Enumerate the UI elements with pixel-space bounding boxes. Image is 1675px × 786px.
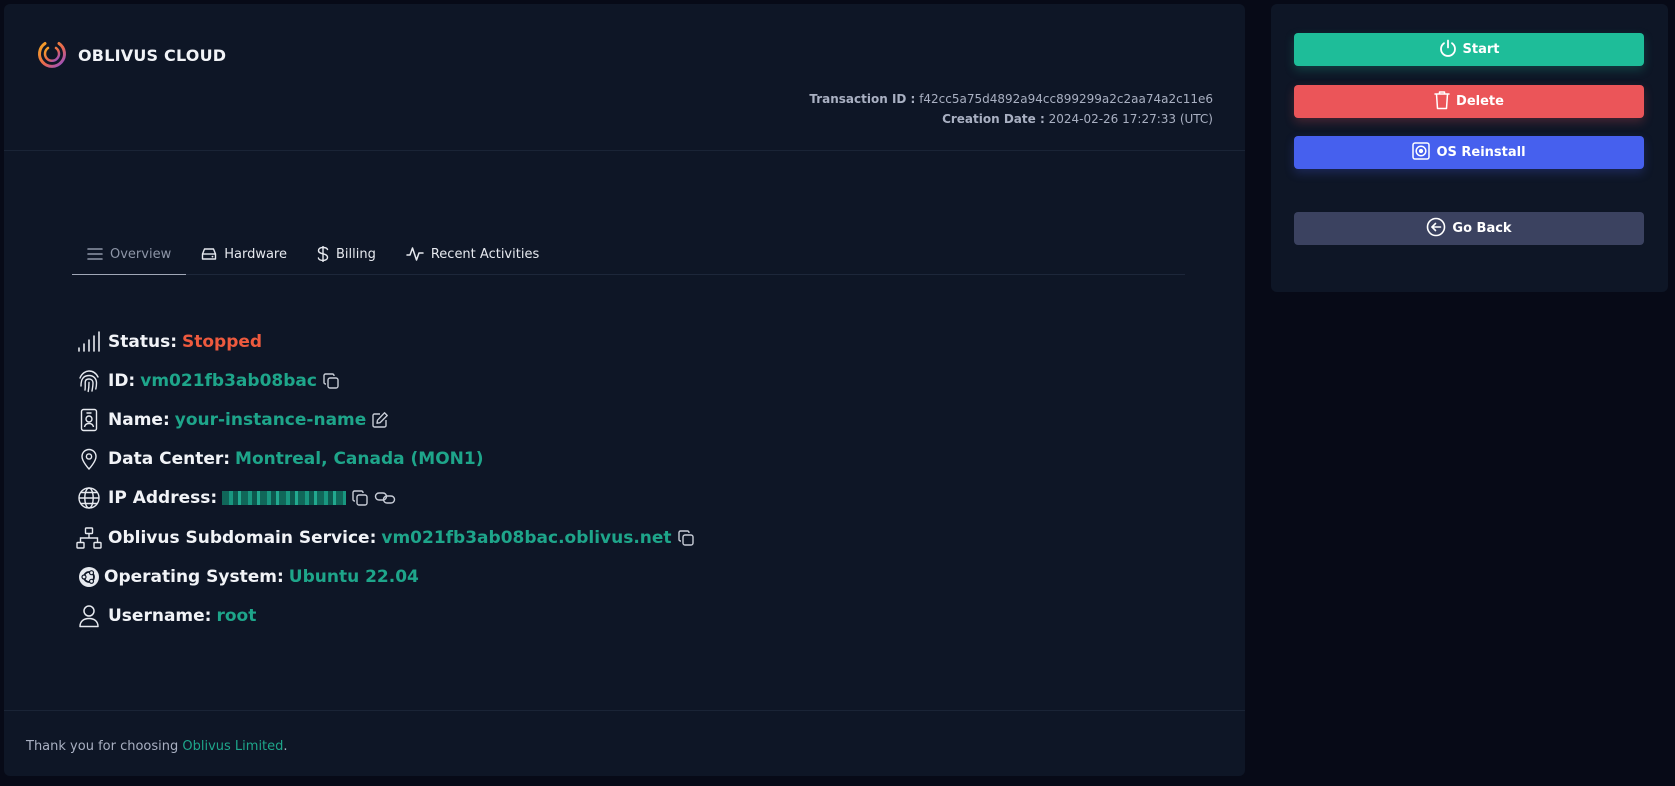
- dollar-icon: [317, 245, 329, 263]
- instance-card: OBLIVUS CLOUD Transaction ID : f42cc5a75…: [4, 4, 1245, 776]
- name-row: Name: your-instance-name: [76, 400, 695, 439]
- back-label: Go Back: [1452, 221, 1512, 236]
- transaction-id: f42cc5a75d4892a94cc899299a2c2aa74a2c11e6: [919, 92, 1213, 106]
- id-badge-icon: [76, 407, 102, 433]
- os-label: Operating System:: [104, 566, 284, 587]
- creation-line: Creation Date : 2024-02-26 17:27:33 (UTC…: [809, 109, 1213, 129]
- actions-panel: Start Delete OS Reinstall Go Back: [1271, 4, 1668, 292]
- ip-label: IP Address:: [108, 488, 218, 509]
- status-value: Stopped: [182, 331, 263, 352]
- signal-icon: [76, 329, 102, 355]
- ip-row: IP Address:: [76, 479, 695, 518]
- go-back-button[interactable]: Go Back: [1294, 212, 1644, 245]
- ip-value-redacted: [222, 491, 347, 506]
- footer: Thank you for choosing Oblivus Limited.: [26, 739, 288, 754]
- creation-date: 2024-02-26 17:27:33 (UTC): [1048, 112, 1213, 126]
- subdomain-value: vm021fb3ab08bac.oblivus.net: [381, 527, 672, 548]
- power-icon: [1439, 39, 1457, 61]
- id-label: ID:: [108, 370, 136, 391]
- start-label: Start: [1462, 42, 1500, 57]
- datacenter-row: Data Center: Montreal, Canada (MON1): [76, 440, 695, 479]
- name-label: Name:: [108, 409, 170, 430]
- tab-label: Billing: [335, 246, 376, 262]
- start-button[interactable]: Start: [1294, 33, 1644, 66]
- globe-icon: [76, 485, 102, 511]
- drive-icon: [201, 247, 217, 261]
- disc-icon: [1412, 141, 1431, 164]
- transaction-label: Transaction ID :: [809, 92, 916, 106]
- datacenter-value: Montreal, Canada (MON1): [235, 449, 484, 470]
- tab-billing[interactable]: Billing: [302, 234, 391, 274]
- name-value: your-instance-name: [174, 409, 367, 430]
- copy-ip-icon[interactable]: [351, 489, 369, 507]
- brand[interactable]: OBLIVUS CLOUD: [36, 37, 226, 73]
- link-icon[interactable]: [374, 489, 396, 507]
- location-pin-icon: [76, 446, 102, 472]
- oblivus-logo-icon: [36, 37, 68, 73]
- network-icon: [76, 525, 102, 551]
- fingerprint-icon: [76, 368, 102, 394]
- copy-subdomain-icon[interactable]: [677, 529, 695, 547]
- id-row: ID: vm021fb3ab08bac: [76, 361, 695, 400]
- tab-bar: Overview Hardware Billing Recent Activit…: [72, 234, 1185, 275]
- subdomain-label: Oblivus Subdomain Service:: [108, 527, 377, 548]
- footer-divider: [4, 710, 1245, 711]
- list-icon: [87, 247, 103, 261]
- instance-overview: Status: Stopped ID: vm021fb3ab08bac Name…: [76, 322, 695, 636]
- os-value: Ubuntu 22.04: [288, 566, 419, 587]
- copy-id-icon[interactable]: [322, 372, 340, 390]
- status-row: Status: Stopped: [76, 322, 695, 361]
- activity-icon: [406, 246, 424, 262]
- transaction-line: Transaction ID : f42cc5a75d4892a94cc8992…: [809, 89, 1213, 109]
- arrow-left-circle-icon: [1426, 217, 1446, 241]
- delete-label: Delete: [1456, 94, 1504, 109]
- header-divider: [4, 150, 1245, 151]
- reinstall-label: OS Reinstall: [1436, 145, 1526, 160]
- tab-recent-activities[interactable]: Recent Activities: [391, 234, 554, 274]
- ubuntu-icon: [76, 564, 102, 590]
- edit-name-icon[interactable]: [371, 411, 389, 429]
- username-label: Username:: [108, 605, 212, 626]
- status-label: Status:: [108, 331, 177, 352]
- trash-icon: [1434, 90, 1450, 114]
- username-row: Username: root: [76, 596, 695, 635]
- tab-label: Overview: [110, 246, 172, 262]
- os-row: Operating System: Ubuntu 22.04: [76, 557, 695, 596]
- footer-suffix: .: [283, 739, 288, 754]
- brand-name: OBLIVUS CLOUD: [78, 45, 227, 65]
- subdomain-row: Oblivus Subdomain Service: vm021fb3ab08b…: [76, 518, 695, 557]
- os-reinstall-button[interactable]: OS Reinstall: [1294, 136, 1644, 169]
- footer-link[interactable]: Oblivus Limited: [182, 739, 283, 754]
- tab-hardware[interactable]: Hardware: [186, 234, 302, 274]
- datacenter-label: Data Center:: [108, 449, 231, 470]
- username-value: root: [216, 605, 257, 626]
- tab-label: Hardware: [224, 246, 287, 262]
- user-icon: [76, 603, 102, 629]
- footer-text: Thank you for choosing: [26, 739, 183, 754]
- tab-label: Recent Activities: [430, 246, 540, 262]
- creation-label: Creation Date :: [942, 112, 1045, 126]
- delete-button[interactable]: Delete: [1294, 85, 1644, 118]
- tab-overview[interactable]: Overview: [72, 234, 187, 275]
- transaction-meta: Transaction ID : f42cc5a75d4892a94cc8992…: [809, 89, 1213, 129]
- id-value: vm021fb3ab08bac: [140, 370, 317, 391]
